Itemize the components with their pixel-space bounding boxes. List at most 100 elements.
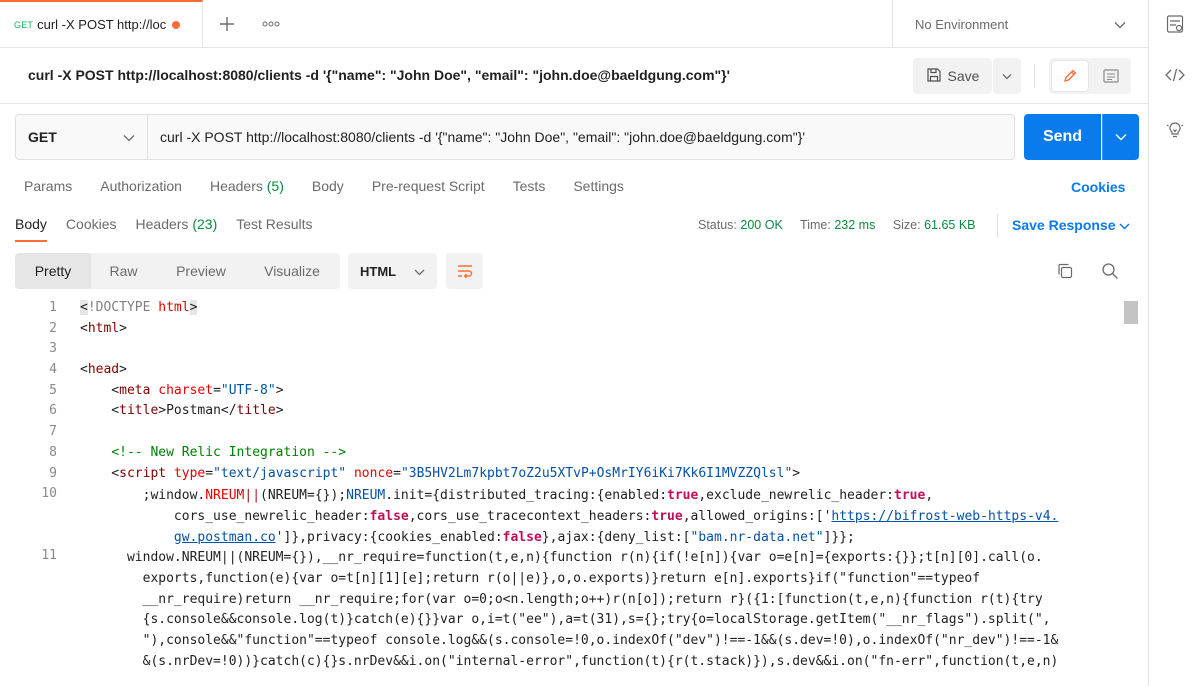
view-preview[interactable]: Preview — [156, 253, 246, 289]
save-button[interactable]: Save — [913, 58, 992, 94]
tab-pre-request-script[interactable]: Pre-request Script — [372, 178, 485, 194]
tab-response-cookies[interactable]: Cookies — [66, 216, 117, 242]
environment-icon[interactable] — [1149, 14, 1200, 34]
time-value[interactable]: 232 ms — [834, 218, 875, 232]
code-line: 2 <html> — [0, 321, 1122, 342]
search-icon[interactable] — [1101, 262, 1119, 283]
line-number: 6 — [49, 403, 57, 419]
chevron-down-icon — [1119, 217, 1130, 233]
plus-icon[interactable] — [203, 0, 251, 47]
tab-authorization[interactable]: Authorization — [100, 178, 182, 194]
environment-selector[interactable]: No Environment — [892, 0, 1148, 48]
method-label: GET — [28, 129, 57, 145]
response-tabs: Body Cookies Headers (23) Test Results — [15, 216, 331, 242]
code-text: ;window.NREUM||(NREUM={});NREUM.init={di… — [80, 488, 1059, 545]
code-text: window.NREUM||(NREUM={}),__nr_require=fu… — [126, 550, 1059, 669]
save-options-dropdown[interactable] — [993, 58, 1021, 94]
cookies-link[interactable]: Cookies — [1071, 179, 1125, 195]
code-text: <script type="text/javascript" nonce="3B… — [80, 465, 801, 481]
url-input[interactable]: curl -X POST http://localhost:8080/clien… — [148, 114, 1015, 160]
pencil-icon[interactable] — [1052, 61, 1088, 91]
code-text: <!-- New Relic Integration --> — [111, 444, 347, 460]
view-pretty[interactable]: Pretty — [15, 253, 91, 289]
save-response-button[interactable]: Save Response — [1012, 217, 1130, 233]
status-label: Status: — [698, 218, 737, 232]
request-tabs: Params Authorization Headers (5) Body Pr… — [24, 178, 652, 194]
time-label: Time: — [800, 218, 831, 232]
view-mode-segment: Pretty Raw Preview Visualize — [15, 253, 340, 289]
line-number: 11 — [41, 548, 57, 564]
tab-headers[interactable]: Headers (5) — [210, 178, 284, 194]
size-value[interactable]: 61.65 KB — [924, 218, 975, 232]
save-response-label: Save Response — [1012, 217, 1116, 233]
document-icon[interactable] — [1093, 61, 1129, 91]
unsaved-dot-icon — [172, 20, 181, 29]
view-raw[interactable]: Raw — [91, 253, 156, 289]
tab-body[interactable]: Body — [312, 178, 344, 194]
code-line: 1 <!DOCTYPE html> — [0, 300, 1122, 321]
request-tab[interactable]: GET curl -X POST http://loc — [0, 0, 203, 47]
code-line: 4 <head> — [0, 362, 1122, 383]
format-selector[interactable]: HTML — [348, 253, 437, 289]
save-icon — [926, 67, 942, 86]
line-number: 10 — [41, 486, 57, 502]
request-title[interactable]: curl -X POST http://localhost:8080/clien… — [28, 67, 730, 83]
code-text: <head> — [80, 362, 127, 378]
tab-response-headers[interactable]: Headers (23) — [136, 216, 218, 242]
code-line: 3 — [0, 341, 1122, 362]
code-line: 11 window.NREUM||(NREUM={}),__nr_require… — [0, 548, 1122, 678]
lightbulb-icon[interactable] — [1149, 120, 1200, 140]
send-options-dropdown[interactable] — [1102, 114, 1139, 160]
line-number: 8 — [49, 444, 57, 460]
response-headers-count: (23) — [192, 216, 218, 232]
code-line: 10 ;window.NREUM||(NREUM={});NREUM.init=… — [0, 486, 1122, 548]
code-text: <html> — [80, 320, 127, 336]
line-number: 2 — [49, 320, 57, 336]
environment-label: No Environment — [915, 16, 1009, 32]
save-label: Save — [947, 68, 980, 84]
response-body-editor[interactable]: 1 <!DOCTYPE html> 2 <html> 3 4 <head> 5 … — [0, 300, 1122, 686]
code-icon[interactable] — [1149, 68, 1200, 82]
chevron-down-icon — [1114, 17, 1126, 32]
line-number: 5 — [49, 382, 57, 398]
status-value[interactable]: 200 OK — [740, 218, 782, 232]
response-meta: Status: 200 OK Time: 232 ms Size: 61.65 … — [698, 218, 976, 232]
tab-response-body[interactable]: Body — [15, 216, 47, 242]
wrap-lines-icon[interactable] — [446, 253, 483, 289]
line-number: 4 — [49, 362, 57, 378]
code-line: 8 <!-- New Relic Integration --> — [0, 445, 1122, 466]
tab-params[interactable]: Params — [24, 178, 72, 194]
chevron-down-icon — [414, 264, 425, 279]
tab-test-results[interactable]: Test Results — [236, 216, 312, 242]
tab-headers-label: Headers — [209, 178, 263, 194]
format-label: HTML — [360, 263, 397, 279]
right-sidebar — [1148, 0, 1200, 686]
tab-settings[interactable]: Settings — [573, 178, 624, 194]
method-selector[interactable]: GET — [15, 114, 148, 160]
view-visualize[interactable]: Visualize — [246, 253, 338, 289]
code-line: 7 — [0, 424, 1122, 445]
code-line: 6 <title>Postman</title> — [0, 403, 1122, 424]
line-number: 7 — [49, 424, 57, 440]
tab-method: GET — [14, 19, 34, 30]
headers-count: (5) — [266, 178, 284, 194]
request-title-row: curl -X POST http://localhost:8080/clien… — [0, 48, 1148, 104]
copy-icon[interactable] — [1056, 262, 1074, 283]
code-line: 9 <script type="text/javascript" nonce="… — [0, 466, 1122, 487]
view-mode-toggle — [1049, 58, 1131, 94]
tab-title: curl -X POST http://loc — [37, 17, 167, 32]
editor-scrollbar[interactable] — [1122, 300, 1140, 686]
divider — [997, 214, 998, 238]
code-text: <!DOCTYPE html> — [80, 300, 198, 315]
scrollbar-thumb[interactable] — [1124, 301, 1138, 324]
code-text: <meta charset="UTF-8"> — [80, 382, 284, 398]
line-number: 3 — [49, 341, 57, 357]
chevron-down-icon — [123, 129, 135, 145]
more-icon[interactable] — [251, 0, 291, 47]
size-label: Size: — [892, 218, 921, 232]
send-button[interactable]: Send — [1024, 114, 1101, 160]
tab-tests[interactable]: Tests — [513, 178, 546, 194]
line-number: 1 — [49, 300, 57, 315]
